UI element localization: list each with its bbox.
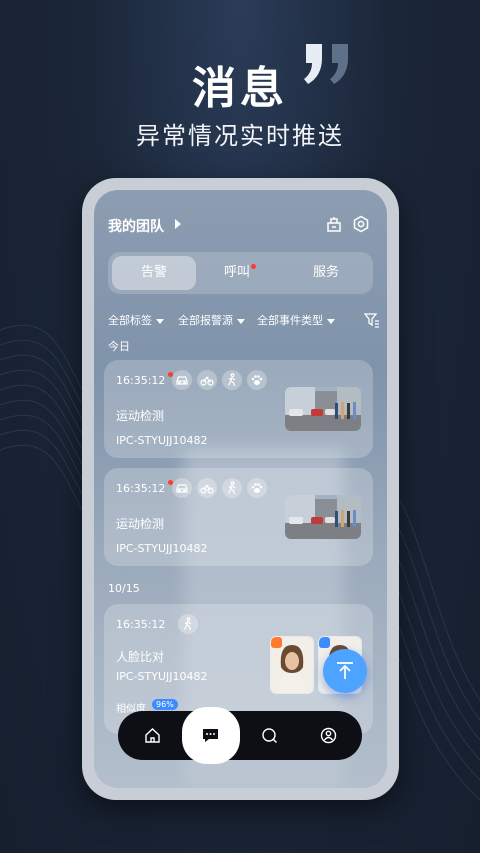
filter-tags-label: 全部标签	[108, 314, 152, 327]
nav-messages[interactable]	[182, 707, 240, 764]
alert-time: 16:35:12	[116, 372, 174, 387]
filter-bar: 全部标签 全部报警源 全部事件类型	[108, 312, 379, 332]
device-home-icon[interactable]	[325, 215, 343, 233]
discover-icon	[262, 728, 277, 743]
scroll-to-top-button[interactable]	[323, 649, 367, 693]
chevron-down-icon	[327, 318, 335, 324]
chevron-down-icon	[156, 318, 164, 324]
filter-alarm-source[interactable]: 全部报警源	[178, 312, 245, 328]
filter-event-type[interactable]: 全部事件类型	[257, 312, 335, 328]
pet-paw-icon	[247, 370, 267, 390]
settings-icon[interactable]	[352, 215, 370, 233]
alert-device: IPC-STYUJJ10482	[116, 542, 208, 555]
alert-device: IPC-STYUJJ10482	[116, 670, 208, 683]
unread-dot	[251, 264, 256, 269]
team-caret-icon[interactable]	[175, 219, 181, 229]
alert-card[interactable]: 16:35:12 运动检测 IPC-STYUJJ10482	[104, 360, 373, 458]
pedestrian-icon	[222, 478, 242, 498]
alert-event: 运动检测	[116, 517, 165, 531]
alert-event: 人脸比对	[116, 650, 165, 664]
similarity-badge: 96%	[152, 699, 178, 710]
home-icon	[145, 728, 160, 743]
section-date: 10/15	[108, 582, 140, 595]
tab-call[interactable]: 呼叫	[198, 256, 282, 290]
profile-icon	[320, 727, 337, 744]
car-icon	[172, 478, 192, 498]
bottom-nav	[118, 707, 362, 764]
car-icon	[172, 370, 192, 390]
folder-icon	[319, 637, 330, 648]
bicycle-icon	[197, 478, 217, 498]
filter-alarm-source-label: 全部报警源	[178, 314, 233, 327]
tab-alarm-label: 告警	[140, 265, 167, 280]
alert-time: 16:35:12	[116, 480, 174, 495]
alert-device: IPC-STYUJJ10482	[116, 434, 208, 447]
nav-home[interactable]	[128, 711, 177, 760]
alert-time-text: 16:35:12	[116, 618, 166, 631]
pedestrian-icon	[222, 370, 242, 390]
nav-profile[interactable]	[304, 711, 353, 760]
captured-face-image[interactable]	[270, 636, 314, 694]
tab-alarm[interactable]: 告警	[112, 256, 196, 290]
camera-icon	[271, 637, 282, 648]
tab-call-label: 呼叫	[223, 265, 250, 280]
tab-service[interactable]: 服务	[284, 256, 368, 290]
bicycle-icon	[197, 370, 217, 390]
app-screen: 我的团队 告警 呼叫 服务 全部标签 全部报警源 全部事件类型 今日 16:35…	[94, 190, 387, 788]
alert-event: 运动检测	[116, 409, 165, 423]
alert-time: 16:35:12	[116, 618, 165, 631]
arrow-up-icon	[337, 662, 353, 679]
chevron-down-icon	[237, 318, 245, 324]
alert-time-text: 16:35:12	[116, 482, 166, 495]
pet-paw-icon	[247, 478, 267, 498]
alert-time-text: 16:35:12	[116, 374, 166, 387]
phone-frame: 我的团队 告警 呼叫 服务 全部标签 全部报警源 全部事件类型 今日 16:35…	[82, 178, 399, 800]
quote-mark-icon	[304, 44, 348, 84]
nav-discover[interactable]	[245, 711, 294, 760]
team-title[interactable]: 我的团队	[108, 216, 164, 236]
promo-subtitle: 异常情况实时推送	[136, 122, 344, 150]
promo-title: 消息	[192, 63, 288, 114]
message-icon	[203, 729, 218, 742]
alert-card[interactable]: 16:35:12 运动检测 IPC-STYUJJ10482	[104, 468, 373, 566]
filter-event-type-label: 全部事件类型	[257, 314, 323, 327]
filter-tags[interactable]: 全部标签	[108, 312, 164, 328]
tab-bar: 告警 呼叫 服务	[108, 252, 373, 294]
filter-settings-icon[interactable]	[364, 312, 380, 328]
pedestrian-icon	[178, 614, 198, 634]
snapshot-thumbnail[interactable]	[285, 387, 361, 431]
section-today: 今日	[108, 340, 130, 353]
tab-service-label: 服务	[312, 265, 339, 280]
snapshot-thumbnail[interactable]	[285, 495, 361, 539]
top-bar: 我的团队	[94, 190, 387, 238]
